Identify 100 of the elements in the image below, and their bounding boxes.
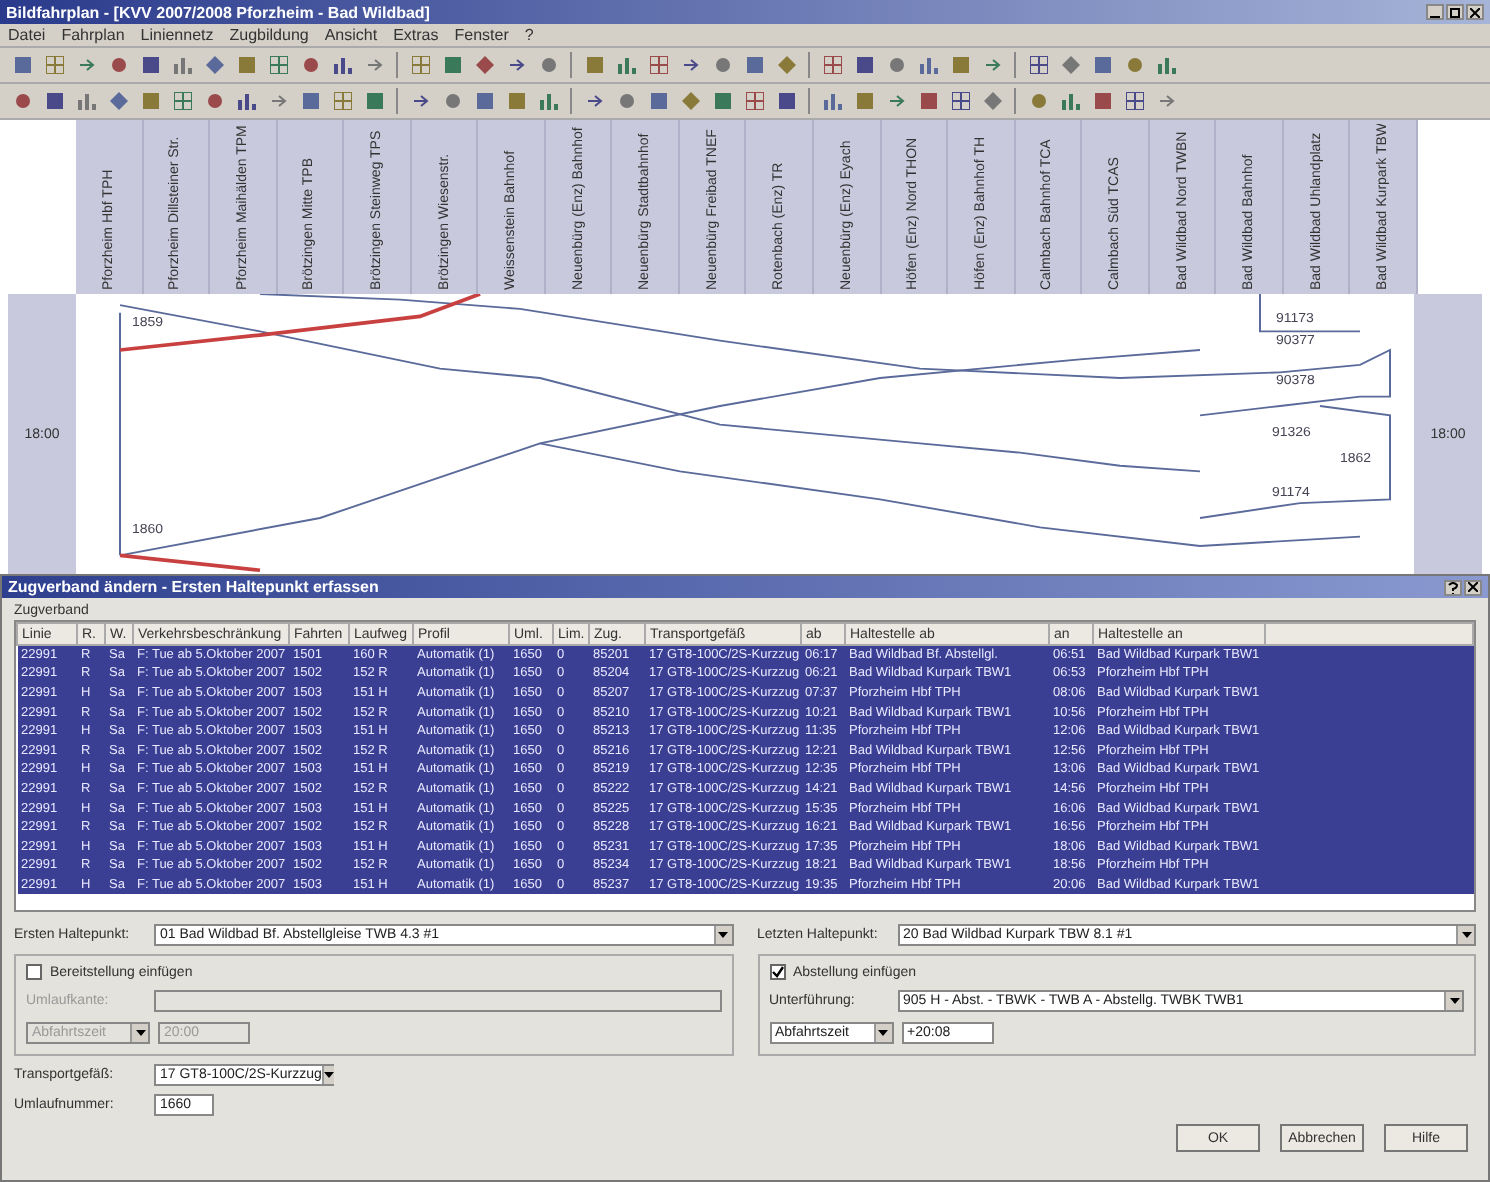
toolbar-button[interactable]: [264, 51, 292, 79]
bars-icon: [173, 56, 191, 74]
square-icon: [649, 92, 667, 110]
menu-item[interactable]: Datei: [8, 26, 46, 44]
circle-icon: [301, 56, 319, 74]
close-icon: [1470, 7, 1480, 17]
square-icon: [507, 92, 525, 110]
close-icon: [1468, 582, 1478, 592]
circle-icon: [617, 92, 635, 110]
minimize-button[interactable]: [1426, 4, 1444, 20]
close-button[interactable]: [1464, 579, 1482, 595]
bars-icon: [539, 92, 557, 110]
square-icon: [475, 92, 493, 110]
menu-item[interactable]: Extras: [393, 26, 439, 44]
square-icon: [141, 92, 159, 110]
square-icon: [301, 92, 319, 110]
grid-icon: [745, 92, 763, 110]
toolbar-button[interactable]: [740, 87, 768, 115]
bars-icon: [919, 56, 937, 74]
square-icon: [1093, 92, 1111, 110]
bars-icon: [1157, 56, 1175, 74]
square-icon: [855, 92, 873, 110]
square-icon: [951, 56, 969, 74]
square-icon: [443, 56, 461, 74]
grid-icon: [269, 56, 287, 74]
arrow-icon: [1157, 92, 1175, 110]
caret-icon: [878, 1030, 888, 1036]
menu-item[interactable]: Ansicht: [324, 26, 378, 44]
window-title: Bildfahrplan - [KVV 2007/2008 Pforzheim - Bad Wildbad]: [6, 3, 430, 21]
diamond-icon: [681, 92, 699, 110]
square-icon: [777, 92, 795, 110]
arrow-icon: [77, 56, 95, 74]
square-icon: [585, 56, 603, 74]
toolbar-button[interactable]: [328, 87, 356, 115]
maximize-icon: [1450, 7, 1460, 17]
check-icon: [771, 966, 783, 978]
grid-icon: [649, 56, 667, 74]
toolbar-button[interactable]: [406, 51, 434, 79]
arrow-icon: [887, 92, 905, 110]
arrow-icon: [365, 56, 383, 74]
circle-icon: [539, 56, 557, 74]
grid-icon: [173, 92, 191, 110]
menu-item[interactable]: Zugbildung: [229, 26, 309, 44]
grid-icon: [951, 92, 969, 110]
checkbox[interactable]: [769, 964, 785, 980]
grid-icon: [1029, 56, 1047, 74]
toolbar-button[interactable]: [40, 51, 68, 79]
square-icon: [713, 92, 731, 110]
diamond-icon: [1061, 56, 1079, 74]
toolbar-button[interactable]: [818, 51, 846, 79]
grid-icon: [823, 56, 841, 74]
diamond-icon: [475, 56, 493, 74]
help-button[interactable]: [1444, 579, 1462, 595]
dialog-title: Zugverband ändern - Ersten Haltepunkt erfassen: [8, 578, 379, 596]
maximize-button[interactable]: [1446, 4, 1464, 20]
diamond-icon: [109, 92, 127, 110]
square-icon: [237, 56, 255, 74]
bars-icon: [77, 92, 95, 110]
toolbar-button[interactable]: [1024, 51, 1052, 79]
toolbar-button[interactable]: [1120, 87, 1148, 115]
arrow-icon: [411, 92, 429, 110]
circle-icon: [887, 56, 905, 74]
grid-icon: [1125, 92, 1143, 110]
square-icon: [919, 92, 937, 110]
bars-icon: [237, 92, 255, 110]
toolbar-button[interactable]: [168, 87, 196, 115]
bars-icon: [333, 56, 351, 74]
circle-icon: [109, 56, 127, 74]
caret-icon: [135, 1030, 145, 1036]
arrow-icon: [269, 92, 287, 110]
square-icon: [13, 56, 31, 74]
circle-icon: [443, 92, 461, 110]
square-icon: [745, 56, 763, 74]
bars-icon: [1061, 92, 1079, 110]
menu-item[interactable]: ?: [524, 26, 534, 44]
arrow-icon: [585, 92, 603, 110]
diamond-icon: [777, 56, 795, 74]
menu-item[interactable]: Fenster: [454, 26, 509, 44]
square-icon: [45, 92, 63, 110]
circle-icon: [713, 56, 731, 74]
toolbar-button[interactable]: [644, 51, 672, 79]
diamond-icon: [983, 92, 1001, 110]
circuit-edge-field[interactable]: [154, 990, 721, 1012]
menu-item[interactable]: Liniennetz: [140, 26, 214, 44]
circle-icon: [1125, 56, 1143, 74]
question-icon: [1448, 581, 1458, 593]
caret-icon: [718, 932, 728, 938]
close-button[interactable]: [1466, 4, 1484, 20]
toolbar-button[interactable]: [946, 87, 974, 115]
arrow-icon: [983, 56, 1001, 74]
arrow-icon: [681, 56, 699, 74]
grid-icon: [411, 56, 429, 74]
grid-icon: [333, 92, 351, 110]
bars-icon: [617, 56, 635, 74]
menu-item[interactable]: Fahrplan: [61, 26, 125, 44]
circle-icon: [205, 92, 223, 110]
arrow-icon: [507, 56, 525, 74]
highlighted-train-line: [119, 553, 261, 573]
bars-icon: [823, 92, 841, 110]
square-icon: [141, 56, 159, 74]
